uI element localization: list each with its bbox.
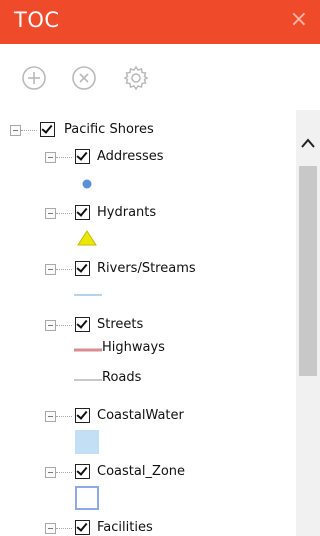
legend-label: Roads (102, 370, 142, 385)
collapse-toggle[interactable] (45, 208, 56, 219)
tree-connector (56, 416, 72, 417)
collapse-toggle[interactable] (10, 125, 21, 136)
coastal-water-symbol (75, 430, 99, 454)
layer-checkbox[interactable] (75, 149, 90, 164)
scroll-up-icon[interactable] (300, 136, 316, 150)
blue-dot-symbol (82, 179, 92, 189)
coastal-zone-symbol (75, 486, 99, 510)
layer-row: CoastalWater (0, 406, 296, 428)
remove-icon[interactable] (70, 64, 98, 92)
layer-checkbox[interactable] (75, 408, 90, 423)
toc-title-bar: TOC × (0, 0, 320, 44)
legend-label: Highways (102, 340, 165, 355)
tree-connector (56, 325, 72, 326)
collapse-toggle[interactable] (45, 411, 56, 422)
tree-node-root: Pacific Shores (0, 120, 296, 142)
layer-row: Addresses (0, 147, 296, 169)
highway-line-symbol (74, 348, 102, 352)
layer-checkbox[interactable] (75, 205, 90, 220)
tree-connector (56, 213, 72, 214)
vertical-scrollbar[interactable] (296, 110, 320, 536)
settings-icon[interactable] (122, 64, 150, 92)
add-icon[interactable] (20, 64, 48, 92)
layer-checkbox[interactable] (75, 261, 90, 276)
layer-label[interactable]: Facilities (97, 520, 153, 535)
layer-row: Hydrants (0, 203, 296, 225)
layer-row: Streets (0, 315, 296, 337)
collapse-toggle[interactable] (45, 264, 56, 275)
layer-label[interactable]: Addresses (97, 149, 164, 164)
layer-label[interactable]: CoastalWater (97, 408, 184, 423)
collapse-toggle[interactable] (45, 467, 56, 478)
tree-connector (56, 269, 72, 270)
layer-row: Facilities (0, 518, 296, 536)
yellow-triangle-symbol (77, 230, 97, 246)
layer-label[interactable]: Rivers/Streams (97, 261, 196, 276)
layer-tree: Pacific Shores Addresses Hydrants Rivers… (0, 110, 296, 536)
layer-row: Coastal_Zone (0, 462, 296, 484)
toc-toolbar (0, 44, 320, 110)
layer-checkbox[interactable] (75, 317, 90, 332)
close-icon[interactable]: × (290, 8, 308, 32)
layer-row: Rivers/Streams (0, 259, 296, 281)
layer-label[interactable]: Streets (97, 317, 143, 332)
tree-connector (21, 130, 37, 131)
layer-checkbox[interactable] (75, 464, 90, 479)
tree-connector (56, 528, 72, 529)
collapse-toggle[interactable] (45, 152, 56, 163)
layer-label[interactable]: Hydrants (97, 205, 156, 220)
layer-label[interactable]: Coastal_Zone (97, 464, 185, 479)
root-label[interactable]: Pacific Shores (64, 122, 154, 137)
layer-checkbox[interactable] (75, 520, 90, 535)
road-line-symbol (74, 379, 102, 381)
root-checkbox[interactable] (40, 122, 55, 137)
scrollbar-thumb[interactable] (299, 166, 317, 376)
panel-title: TOC (14, 8, 60, 32)
tree-connector (56, 472, 72, 473)
tree-connector (56, 157, 72, 158)
collapse-toggle[interactable] (45, 320, 56, 331)
stream-line-symbol (74, 294, 102, 296)
collapse-toggle[interactable] (45, 523, 56, 534)
